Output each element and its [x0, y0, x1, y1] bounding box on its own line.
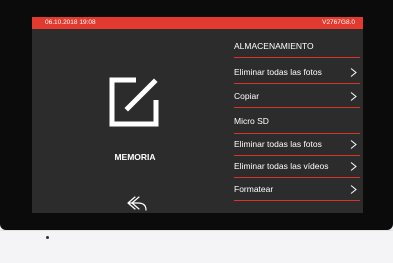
chevron-right-icon: [350, 68, 357, 77]
menu-item-copiar[interactable]: Copiar: [234, 86, 360, 108]
section-title: Micro SD: [234, 116, 269, 126]
menu-item-label: Copiar: [234, 91, 260, 101]
settings-menu: ALMACENAMIENTO Eliminar todas las fotos …: [234, 29, 363, 213]
memory-title: MEMORIA: [114, 152, 156, 162]
memory-panel: MEMORIA: [32, 29, 232, 213]
device-bezel: 06.10.2018 19:08 V2767G8.0 MEMORIA ALMAC…: [0, 0, 393, 230]
back-arrow-icon[interactable]: [126, 195, 148, 211]
indicator-led: [46, 236, 49, 239]
menu-item-label: Formatear: [234, 184, 274, 194]
chevron-right-icon: [350, 140, 357, 149]
device-base: [0, 230, 393, 263]
section-micro-sd: Micro SD: [234, 111, 360, 132]
section-almacenamiento: ALMACENAMIENTO: [234, 36, 360, 58]
section-title: ALMACENAMIENTO: [234, 41, 314, 51]
chevron-right-icon: [350, 162, 357, 171]
menu-item-label: Eliminar todas las fotos: [234, 139, 322, 149]
menu-item-eliminar-fotos-sd[interactable]: Eliminar todas las fotos: [234, 133, 360, 156]
menu-item-label: Eliminar todas las vídeos: [234, 161, 329, 171]
status-firmware: V2767G8.0: [322, 19, 355, 26]
menu-item-formatear[interactable]: Formatear: [234, 179, 360, 201]
display-screen: 06.10.2018 19:08 V2767G8.0 MEMORIA ALMAC…: [32, 17, 363, 213]
edit-icon: [109, 77, 159, 127]
status-bar: 06.10.2018 19:08 V2767G8.0: [32, 17, 363, 29]
chevron-right-icon: [350, 92, 357, 101]
menu-item-label: Eliminar todas las fotos: [234, 67, 322, 77]
menu-item-eliminar-fotos-almacenamiento[interactable]: Eliminar todas las fotos: [234, 62, 360, 84]
chevron-right-icon: [350, 185, 357, 194]
menu-item-eliminar-videos-sd[interactable]: Eliminar todas las vídeos: [234, 156, 360, 178]
status-datetime: 06.10.2018 19:08: [45, 19, 96, 26]
